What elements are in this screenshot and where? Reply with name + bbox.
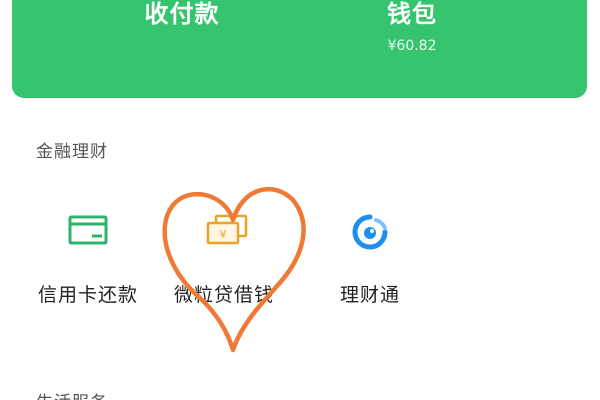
wallet-banner: 收付款 钱包 ¥60.82 (12, 0, 587, 98)
wealth-management-icon (305, 206, 435, 254)
licaitong-tile[interactable]: 理财通 (305, 206, 435, 307)
section-title-finance: 金融理财 (36, 142, 108, 162)
pay-receive-button[interactable]: 收付款 (102, 0, 262, 28)
credit-card-icon (23, 206, 153, 254)
credit-card-repayment-label: 信用卡还款 (37, 284, 138, 306)
heart-doodle-icon (162, 186, 306, 353)
credit-card-repayment-tile[interactable]: 信用卡还款 (23, 206, 153, 307)
wallet-label: 钱包 (387, 0, 437, 28)
wechat-services-page: 收付款 钱包 ¥60.82 金融理财 信用卡还款 ¥ 微粒贷借钱 理财通 (0, 0, 600, 400)
pay-receive-label: 收付款 (144, 0, 220, 28)
section-title-life-services: 生活服务 (36, 388, 108, 400)
wallet-balance: ¥60.82 (387, 38, 437, 54)
licaitong-label: 理财通 (339, 284, 400, 306)
wallet-button[interactable]: 钱包 ¥60.82 (332, 0, 492, 54)
